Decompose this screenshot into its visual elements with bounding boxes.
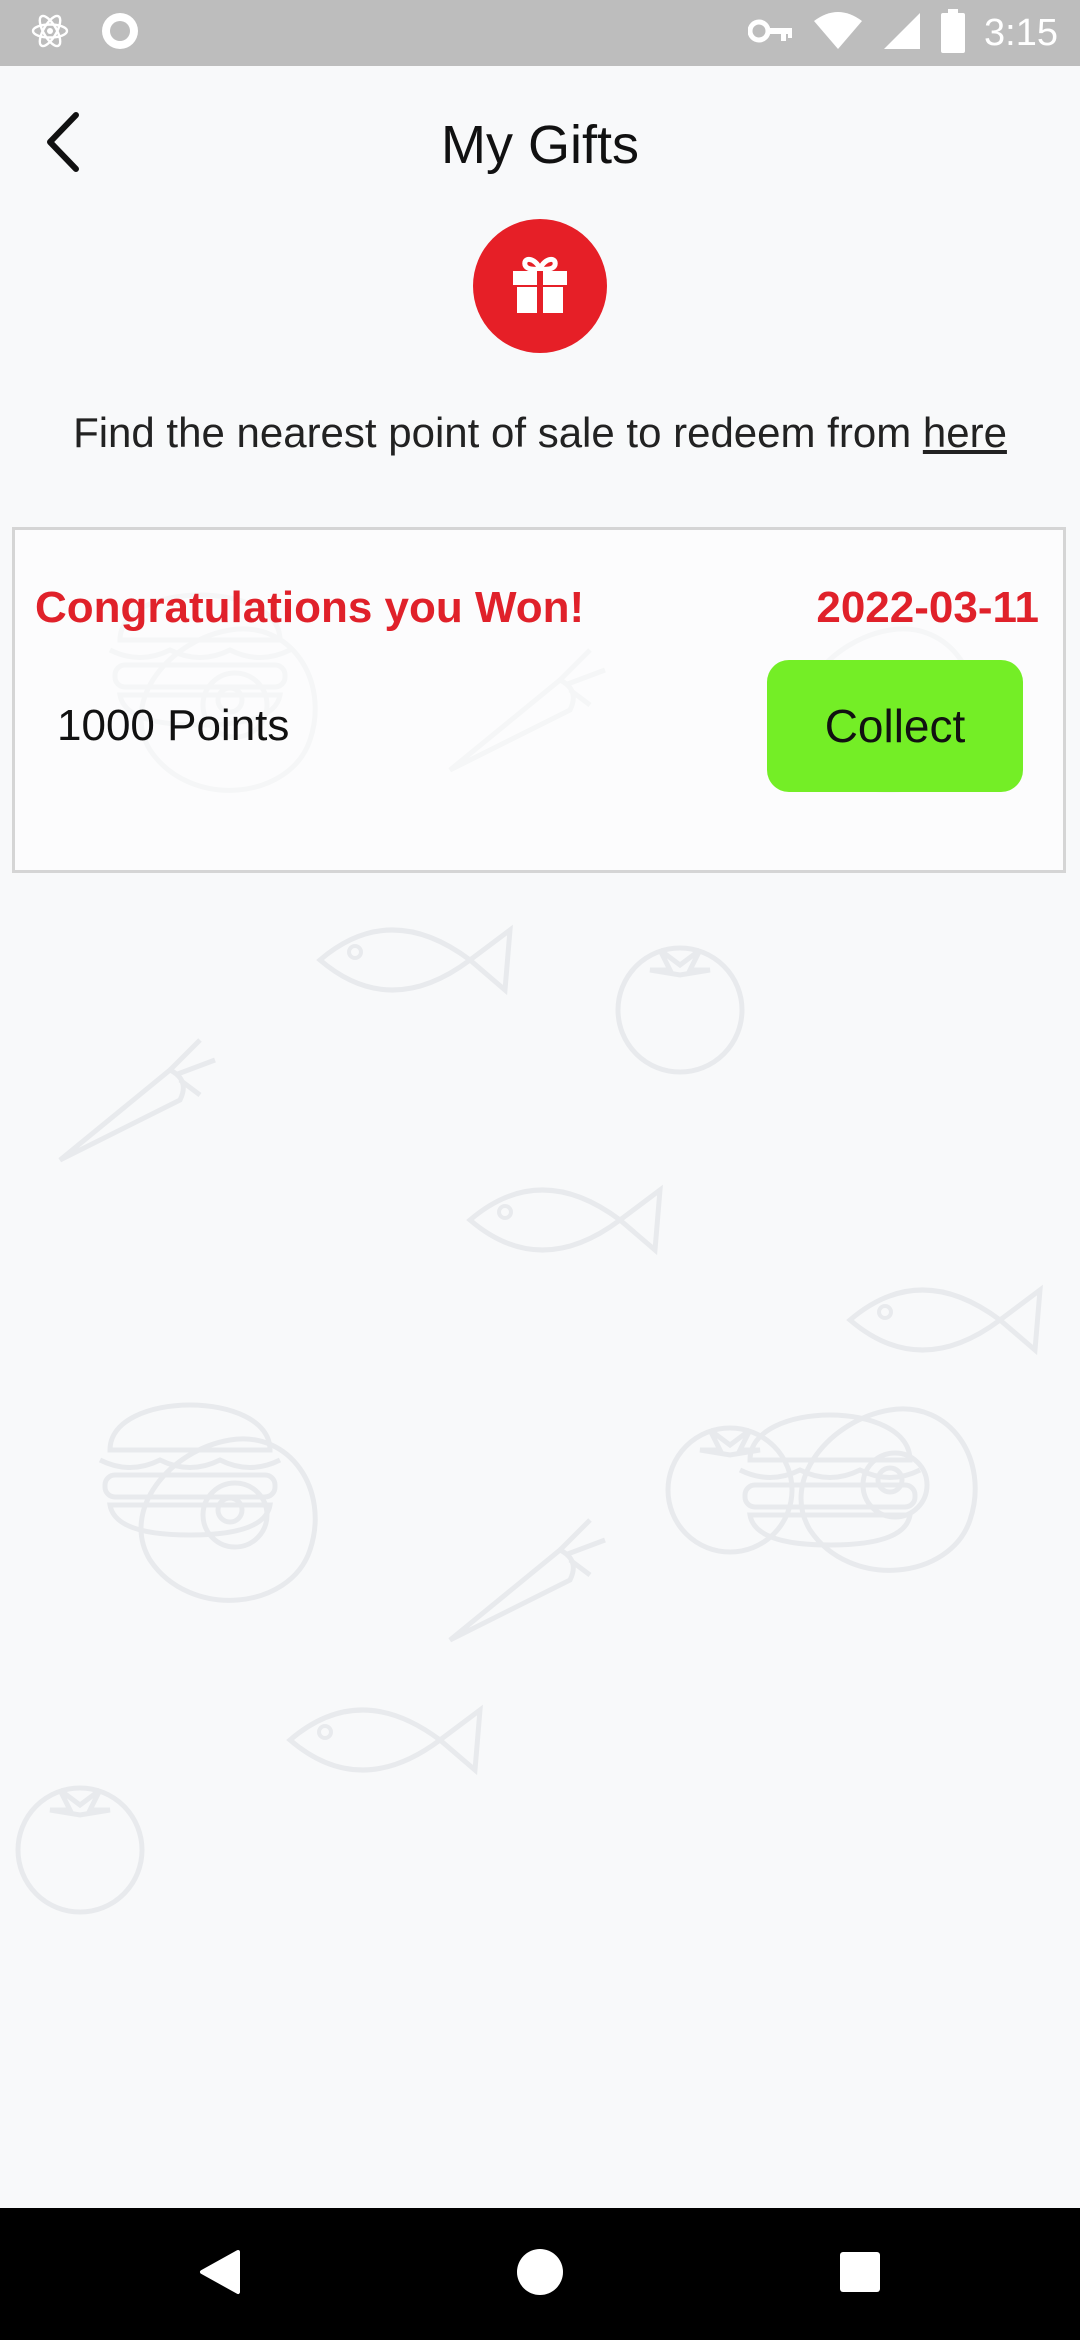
nav-back-button[interactable] [150,2208,290,2340]
wifi-icon [812,11,864,56]
redeem-text: Find the nearest point of sale to redeem… [73,409,923,456]
back-triangle-icon [198,2248,242,2301]
status-left-icons [30,12,140,54]
home-circle-icon [516,2248,564,2301]
redeem-here-link[interactable]: here [923,409,1007,456]
gift-card: Congratulations you Won! 2022-03-11 1000… [12,527,1066,873]
status-right-icons: 3:15 [747,0,1058,66]
gift-card-reward: 1000 Points [57,701,290,750]
recents-square-icon [839,2251,881,2298]
vpn-key-icon [747,16,794,51]
gift-icon [507,251,573,322]
signal-icon [882,11,922,56]
status-time: 3:15 [984,11,1058,54]
circle-record-icon [100,11,140,56]
gift-card-date: 2022-03-11 [816,583,1039,632]
react-atom-icon [30,11,70,56]
nav-recents-button[interactable] [790,2208,930,2340]
battery-icon [940,8,966,58]
redeem-instruction: Find the nearest point of sale to redeem… [0,405,1080,461]
status-bar: 3:15 [0,0,1080,66]
nav-home-button[interactable] [470,2208,610,2340]
page-title: My Gifts [441,115,639,175]
gift-icon-badge [473,219,607,353]
system-nav-bar [0,2208,1080,2340]
collect-button[interactable]: Collect [767,660,1023,792]
gift-card-title: Congratulations you Won! [35,583,585,632]
